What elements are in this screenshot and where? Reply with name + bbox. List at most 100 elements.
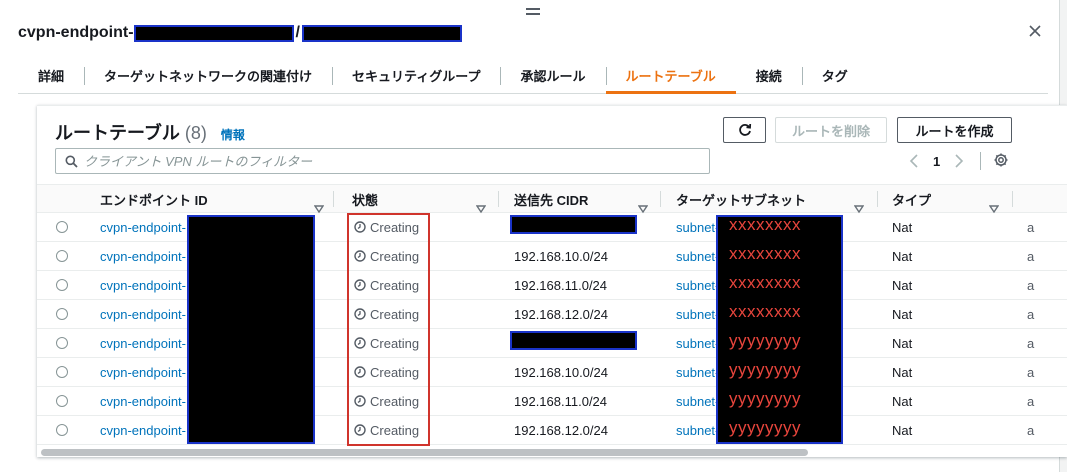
- column-separator: [498, 191, 499, 207]
- endpoint-id-link[interactable]: cvpn-endpoint-: [100, 213, 186, 241]
- destination-cidr: 192.168.11.0/24: [514, 277, 608, 293]
- subnet-mask-text: yyyyyyyy: [729, 331, 801, 350]
- route-type: Nat: [892, 335, 913, 351]
- subnet-link[interactable]: subnet-: [676, 300, 719, 328]
- redacted-resource-name: [302, 24, 462, 42]
- destination-cidr: 192.168.10.0/24: [514, 364, 608, 380]
- close-icon[interactable]: [1026, 22, 1044, 40]
- title-prefix: cvpn-endpoint-: [18, 24, 134, 41]
- subnet-mask-text: xxxxxxxx: [729, 215, 801, 234]
- next-column-cell: a: [1027, 393, 1035, 409]
- destination-cidr: 192.168.12.0/24: [514, 306, 608, 322]
- column-separator: [1012, 191, 1013, 207]
- scrollbar-thumb[interactable]: [41, 449, 808, 456]
- tab-security-groups[interactable]: セキュリティグループ: [332, 58, 500, 93]
- clock-icon: [354, 308, 366, 320]
- pager-divider: [980, 152, 982, 170]
- route-type: Nat: [892, 277, 913, 293]
- status-text: Creating: [370, 335, 420, 351]
- chevron-right-icon[interactable]: [952, 154, 966, 168]
- next-column-cell: a: [1027, 248, 1035, 264]
- page-number[interactable]: 1: [933, 154, 940, 169]
- column-header-endpoint-id[interactable]: エンドポイント ID: [100, 185, 208, 213]
- subnet-mask-text: yyyyyyyy: [729, 418, 801, 437]
- endpoint-id-link[interactable]: cvpn-endpoint-: [100, 271, 186, 299]
- endpoint-id-link[interactable]: cvpn-endpoint-: [100, 242, 186, 270]
- subnet-link[interactable]: subnet-: [676, 242, 719, 270]
- next-column-cell: a: [1027, 422, 1035, 438]
- tab-connections[interactable]: 接続: [736, 58, 802, 93]
- endpoint-id-link[interactable]: cvpn-endpoint-: [100, 358, 186, 386]
- clock-icon: [354, 250, 366, 262]
- route-table-container: ルートテーブル (8) 情報 ルートを削除 ルートを作成 1: [37, 105, 1067, 457]
- status-cell: Creating: [354, 416, 419, 444]
- delete-route-button[interactable]: ルートを削除: [775, 117, 887, 143]
- destination-cidr: 192.168.10.0/24: [514, 248, 608, 264]
- column-header-target-subnet[interactable]: ターゲットサブネット: [676, 185, 806, 213]
- endpoint-id-link[interactable]: cvpn-endpoint-: [100, 416, 186, 444]
- subnet-mask-text: yyyyyyyy: [729, 360, 801, 379]
- column-separator: [660, 191, 661, 207]
- status-text: Creating: [370, 219, 420, 235]
- search-input[interactable]: [84, 153, 709, 169]
- refresh-button[interactable]: [723, 117, 766, 143]
- column-header-destination-cidr[interactable]: 送信先 CIDR: [514, 185, 588, 213]
- route-filter[interactable]: [55, 148, 710, 174]
- subnet-link[interactable]: subnet-: [676, 329, 719, 357]
- route-type: Nat: [892, 248, 913, 264]
- status-cell: Creating: [354, 271, 419, 299]
- title-separator: /: [295, 24, 300, 41]
- status-cell: Creating: [354, 213, 419, 241]
- destination-cidr: 192.168.11.0/24: [514, 393, 608, 409]
- column-label: エンドポイント ID: [100, 192, 208, 208]
- tab-details[interactable]: 詳細: [18, 58, 84, 93]
- redacted-endpoint-ids: [187, 215, 315, 444]
- row-select-radio[interactable]: [56, 424, 68, 436]
- column-header-type[interactable]: タイプ: [892, 185, 931, 213]
- clock-icon: [354, 279, 366, 291]
- column-header-status[interactable]: 状態: [352, 185, 378, 213]
- subnet-link[interactable]: subnet-: [676, 416, 719, 444]
- drag-handle-icon[interactable]: [526, 8, 540, 18]
- table-header: エンドポイント ID 状態 送信先 CIDR ターゲットサブネット タイプ: [37, 184, 1067, 214]
- endpoint-id-link[interactable]: cvpn-endpoint-: [100, 300, 186, 328]
- column-label: ターゲットサブネット: [676, 192, 807, 208]
- row-select-radio[interactable]: [56, 279, 68, 291]
- subnet-link[interactable]: subnet-: [676, 358, 719, 386]
- row-select-radio[interactable]: [56, 250, 68, 262]
- column-label: 状態: [352, 192, 379, 208]
- subnet-link[interactable]: subnet-: [676, 271, 719, 299]
- row-select-radio[interactable]: [56, 308, 68, 320]
- column-separator: [333, 191, 334, 207]
- tab-tags[interactable]: タグ: [801, 58, 868, 93]
- subnet-link[interactable]: subnet-: [676, 387, 719, 415]
- status-text: Creating: [370, 277, 420, 293]
- chevron-left-icon[interactable]: [907, 154, 921, 168]
- gear-icon[interactable]: [993, 152, 1009, 171]
- row-select-radio[interactable]: [56, 395, 68, 407]
- status-text: Creating: [370, 248, 420, 264]
- row-select-radio[interactable]: [56, 221, 68, 233]
- status-cell: Creating: [354, 242, 419, 270]
- endpoint-id-link[interactable]: cvpn-endpoint-: [100, 387, 186, 415]
- redacted-endpoint-id: [133, 24, 294, 42]
- row-select-radio[interactable]: [56, 366, 68, 378]
- row-select-radio[interactable]: [56, 337, 68, 349]
- tab-authorization-rules[interactable]: 承認ルール: [500, 58, 605, 93]
- endpoint-id-link[interactable]: cvpn-endpoint-: [100, 329, 186, 357]
- column-label: 送信先 CIDR: [514, 192, 589, 208]
- tab-route-table[interactable]: ルートテーブル: [605, 58, 736, 94]
- status-cell: Creating: [354, 329, 419, 357]
- tab-target-network-associations[interactable]: ターゲットネットワークの関連付け: [84, 58, 332, 93]
- redacted-cidr: [510, 331, 637, 350]
- search-icon: [65, 155, 78, 168]
- subnet-link[interactable]: subnet-: [676, 213, 719, 241]
- route-type: Nat: [892, 364, 913, 380]
- clock-icon: [354, 424, 366, 436]
- status-text: Creating: [370, 306, 420, 322]
- status-cell: Creating: [354, 387, 419, 415]
- next-column-cell: a: [1027, 364, 1035, 380]
- create-route-button[interactable]: ルートを作成: [897, 117, 1012, 143]
- horizontal-scrollbar[interactable]: [37, 447, 1067, 457]
- info-link[interactable]: 情報: [221, 126, 245, 143]
